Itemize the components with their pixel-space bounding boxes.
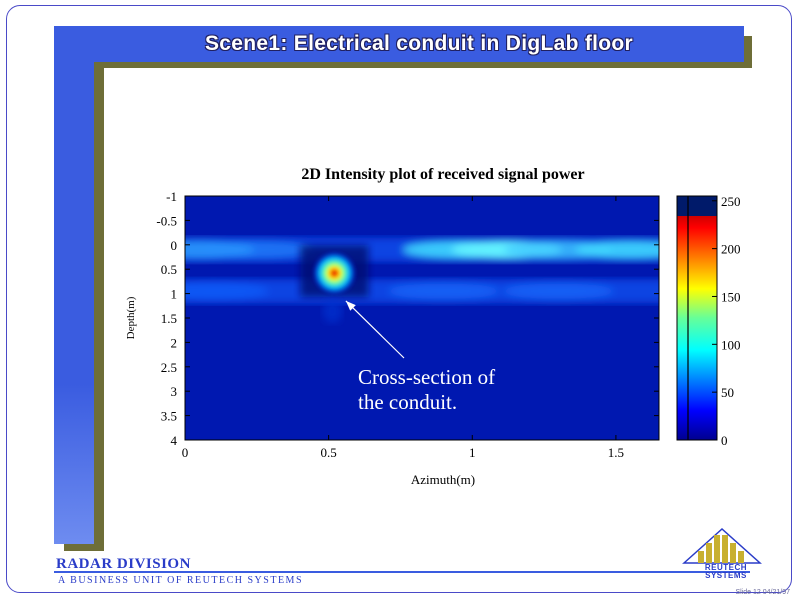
division-name: RADAR DIVISION: [56, 556, 191, 572]
business-unit: A BUSINESS UNIT OF REUTECH SYSTEMS: [58, 575, 304, 586]
y-axis-label: Depth(m): [125, 296, 137, 339]
logo-text-systems: SYSTEMS: [705, 571, 747, 580]
y-tick-label: 1.5: [161, 311, 177, 326]
x-tick-label: 0: [182, 445, 189, 460]
y-tick-label: -0.5: [156, 213, 177, 228]
colorbar-top-cap: [677, 196, 717, 216]
logo-wordmark: REUTECH SYSTEMS: [688, 564, 764, 580]
hotspot-tail: [322, 299, 343, 324]
x-tick-label: 1.5: [608, 445, 624, 460]
annotation-line-2: the conduit.: [358, 390, 457, 414]
x-tick-label: 1: [469, 445, 476, 460]
conduit-hotspot: [312, 251, 357, 296]
y-tick-label: 3.5: [161, 409, 177, 424]
x-axis-label: Azimuth(m): [411, 472, 475, 487]
y-tick-label: 2.5: [161, 360, 177, 375]
y-tick-label: 1: [171, 287, 178, 302]
colorbar-tick-label: 0: [721, 433, 728, 448]
y-tick-label: -1: [166, 189, 177, 204]
colorbar: 0 50 100 150 200 250: [676, 194, 741, 448]
colorbar-tick-label: 250: [721, 194, 741, 209]
annotation-line-1: Cross-section of: [358, 365, 495, 389]
intensity-chart: 2D Intensity plot of received signal pow…: [125, 166, 741, 487]
y-tick-label: 4: [171, 433, 178, 448]
y-tick-label: 3: [171, 384, 178, 399]
colorbar-tick-label: 50: [721, 385, 734, 400]
y-tick-label: 0: [171, 238, 178, 253]
chart-title: 2D Intensity plot of received signal pow…: [301, 166, 584, 183]
y-tick-label: 0.5: [161, 262, 177, 277]
y-tick-label: 2: [171, 335, 178, 350]
colorbar-tick-label: 150: [721, 289, 741, 304]
colorbar-tick-label: 200: [721, 242, 741, 257]
slide-number: Slide 12 04/21/97: [735, 589, 791, 596]
reflection-band: [185, 237, 659, 262]
reutech-logo-icon: [682, 527, 762, 564]
reflection-band: [185, 279, 659, 304]
colorbar-gradient: [677, 196, 717, 440]
colorbar-tick-label: 100: [721, 337, 741, 352]
x-tick-label: 0.5: [321, 445, 337, 460]
